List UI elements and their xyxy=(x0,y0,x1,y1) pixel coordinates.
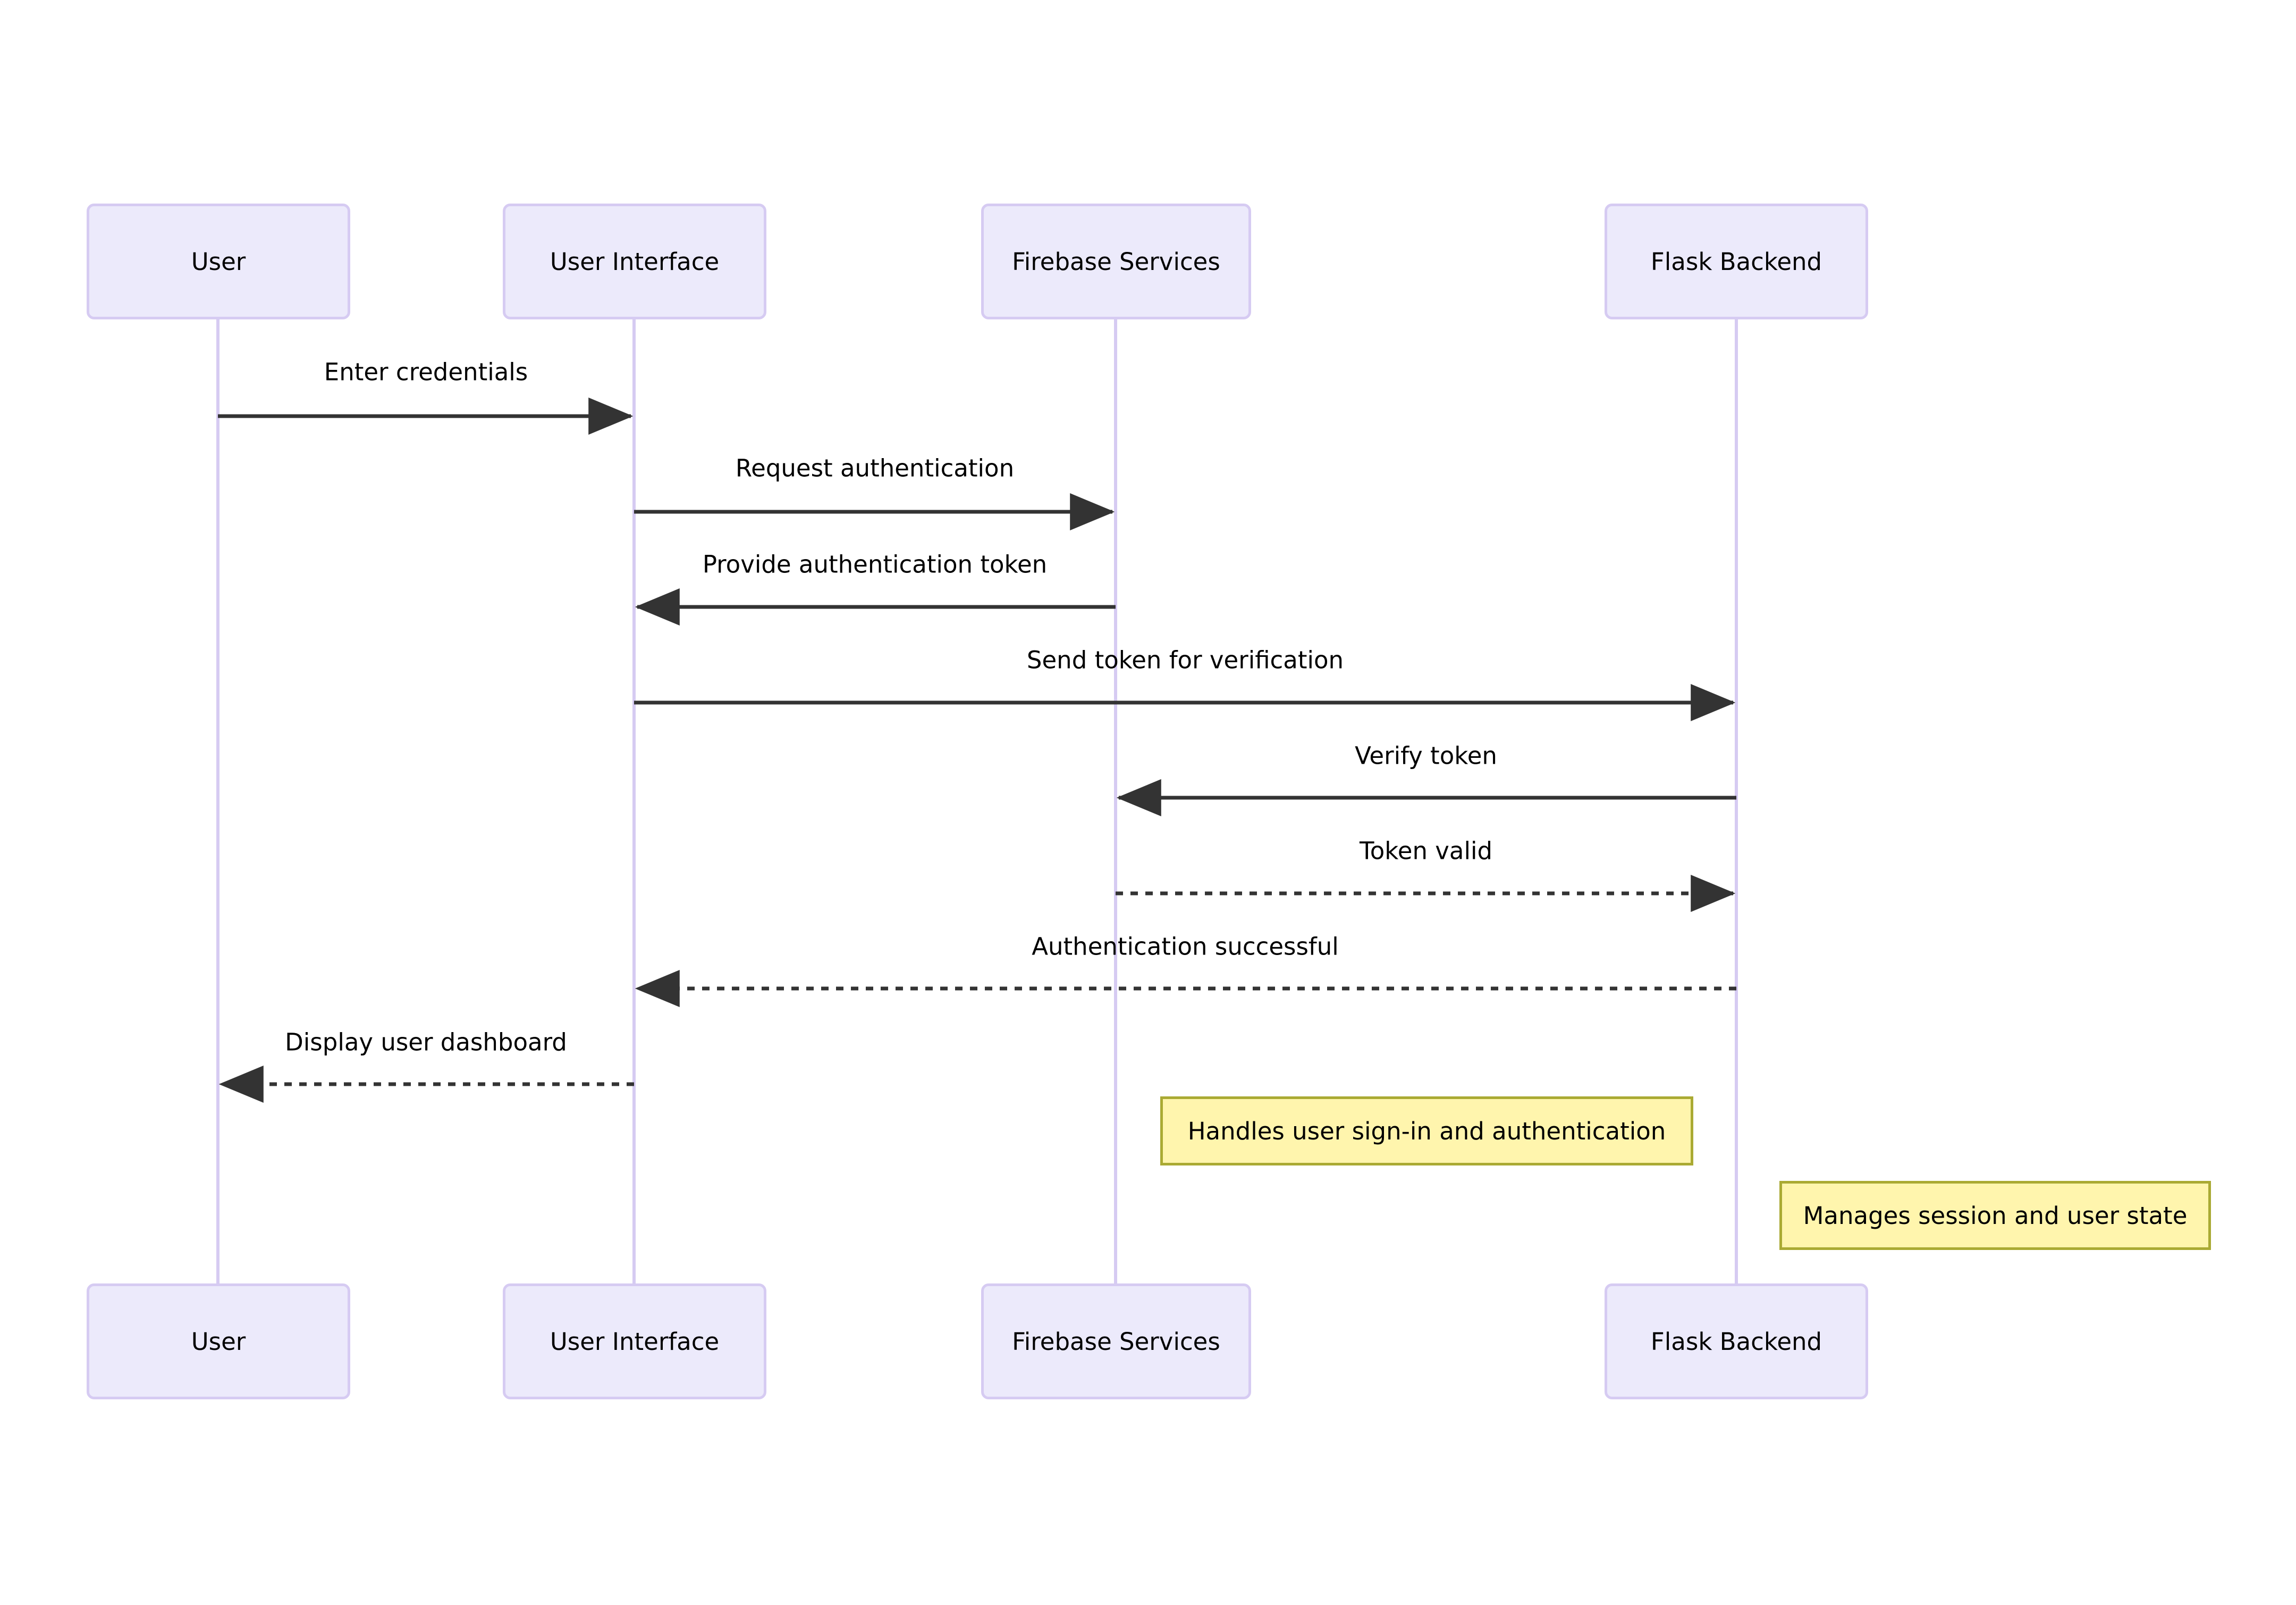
message-label-m6: Token valid xyxy=(1359,837,1493,865)
participant-label: User Interface xyxy=(550,1327,720,1356)
participant-user-top[interactable]: User xyxy=(87,204,350,319)
participant-label: Flask Backend xyxy=(1650,1327,1822,1356)
participant-firebase-top[interactable]: Firebase Services xyxy=(981,204,1251,319)
message-label-m7: Authentication successful xyxy=(1032,932,1339,961)
participant-label: Firebase Services xyxy=(1012,1327,1220,1356)
participant-ui-bottom[interactable]: User Interface xyxy=(503,1283,766,1399)
participant-ui-top[interactable]: User Interface xyxy=(503,204,766,319)
message-label-m4: Send token for verification xyxy=(1026,646,1344,674)
participant-label: User xyxy=(191,1327,246,1356)
participant-label: User xyxy=(191,247,246,276)
message-label-m5: Verify token xyxy=(1355,741,1497,770)
participant-label: Flask Backend xyxy=(1650,247,1822,276)
message-label-m2: Request authentication xyxy=(735,454,1015,483)
message-label-m1: Enter credentials xyxy=(324,358,528,386)
note-label: Manages session and user state xyxy=(1803,1201,2188,1230)
message-label-m8: Display user dashboard xyxy=(285,1028,567,1057)
participant-firebase-bottom[interactable]: Firebase Services xyxy=(981,1283,1251,1399)
message-label-m3: Provide authentication token xyxy=(702,550,1048,579)
participant-label: User Interface xyxy=(550,247,720,276)
note-n2: Manages session and user state xyxy=(1779,1181,2211,1250)
participant-flask-top[interactable]: Flask Backend xyxy=(1605,204,1868,319)
participant-user-bottom[interactable]: User xyxy=(87,1283,350,1399)
participant-label: Firebase Services xyxy=(1012,247,1220,276)
note-n1: Handles user sign-in and authentication xyxy=(1160,1096,1693,1165)
message-arrows-group xyxy=(218,398,1736,1103)
note-label: Handles user sign-in and authentication xyxy=(1187,1117,1666,1145)
sequence-diagram-canvas: User User Interface Firebase Services Flask… xyxy=(0,0,2296,1605)
participant-flask-bottom[interactable]: Flask Backend xyxy=(1605,1283,1868,1399)
